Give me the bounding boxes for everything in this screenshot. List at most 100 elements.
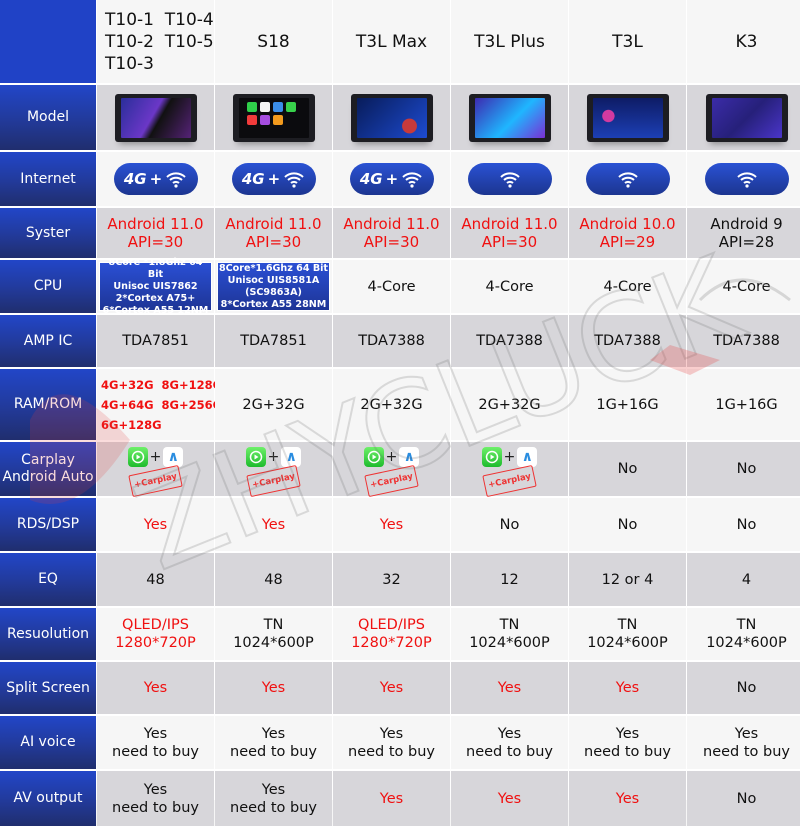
row-label-cpu: CPU — [0, 260, 96, 313]
android-version: Android 9 — [710, 215, 783, 233]
system-cell: Android 11.0 API=30 — [97, 208, 214, 258]
system-cell: Android 11.0 API=30 — [451, 208, 568, 258]
head-unit-t3l-max-image — [350, 93, 433, 142]
resolution-value: 1024*600P — [706, 635, 787, 651]
plus-sign: + — [503, 448, 516, 465]
row-label-amp-ic: AMP IC — [0, 315, 96, 367]
system-cell: Android 9 API=28 — [687, 208, 800, 258]
ram-cell: 4G+32G 8G+128G 4G+64G 8G+256G 6G+128G — [97, 369, 222, 440]
split-cell: Yes — [215, 662, 332, 714]
model-name: K3 — [735, 31, 758, 52]
rds-cell: No — [451, 498, 568, 551]
android-version: Android 11.0 — [225, 215, 322, 233]
4g-label: 4G — [359, 170, 383, 188]
eq-cell: 32 — [333, 553, 450, 606]
wifi-icon — [402, 172, 422, 188]
resolution-value: 1024*600P — [587, 635, 668, 651]
android-auto-icon: ∧ — [281, 446, 302, 467]
android-version: Android 11.0 — [107, 215, 204, 233]
head-unit-t3l-plus-image — [468, 93, 551, 142]
row-label-carplay: Carplay Android Auto — [0, 442, 96, 496]
ram-option-line: 4G+32G 8G+128G — [101, 377, 223, 392]
head-unit-t3l-image — [586, 93, 669, 142]
amp-cell: TDA7388 — [451, 315, 568, 367]
model-image-cell — [569, 85, 686, 150]
amp-cell: TDA7388 — [569, 315, 686, 367]
av-cell: Yes need to buy — [215, 771, 332, 826]
model-name-line: T10-2 T10-5 — [105, 31, 214, 52]
wifi-icon — [166, 172, 186, 188]
cpu-spec-line: 8Core*1.6Ghz 64 Bit — [218, 262, 329, 274]
carplay-cell: No — [687, 442, 800, 496]
model-image-cell — [451, 85, 568, 150]
4g-wifi-badge: 4G + — [231, 163, 316, 195]
split-cell: Yes — [569, 662, 686, 714]
model-header-t3l-plus: T3L Plus — [451, 0, 568, 83]
amp-cell: TDA7388 — [687, 315, 800, 367]
row-label-system: Syster — [0, 208, 96, 258]
carplay-cell: + ∧ +Carplay — [333, 442, 450, 497]
av-cell: Yes — [333, 771, 450, 826]
model-image-cell — [97, 85, 214, 150]
plus-sign: + — [267, 170, 281, 188]
4g-label: 4G — [123, 170, 147, 188]
value-line: Yes — [497, 725, 522, 742]
row-label-av-output: AV output — [0, 771, 96, 826]
api-level: API=30 — [481, 233, 538, 251]
model-name-line: T10-1 T10-4 — [105, 9, 214, 30]
value-note: need to buy — [584, 743, 671, 760]
model-name: S18 — [257, 31, 290, 52]
4g-label: 4G — [241, 170, 265, 188]
internet-cell — [569, 152, 686, 206]
eq-cell: 48 — [97, 553, 214, 606]
cpu-cell: 8Core*1.6Ghz 64 Bit Unisoc UIS8581A (SC9… — [215, 260, 332, 313]
carplay-stamp: +Carplay — [128, 464, 183, 497]
cpu-spec-box: 8Core*1.6Ghz 64 Bit Unisoc UIS8581A (SC9… — [217, 262, 330, 311]
ai-cell: Yes need to buy — [569, 716, 686, 769]
model-header-s18: S18 — [215, 0, 332, 83]
carplay-icon — [245, 446, 266, 467]
carplay-stamp: +Carplay — [364, 464, 419, 497]
value-line: Yes — [143, 725, 168, 742]
ai-cell: Yes need to buy — [687, 716, 800, 769]
split-cell: Yes — [97, 662, 214, 714]
cpu-spec-box: 8Core *1.8Ghz 64 Bit Unisoc UIS7862 2*Co… — [99, 257, 212, 316]
plus-sign: + — [149, 448, 162, 465]
panel-type: QLED/IPS — [122, 617, 189, 633]
system-cell: Android 11.0 API=30 — [333, 208, 450, 258]
api-level: API=30 — [363, 233, 420, 251]
resolution-cell: TN 1024*600P — [215, 608, 332, 660]
cpu-spec-line: 2*Cortex A75+ — [115, 292, 196, 304]
value-line: Yes — [143, 781, 168, 798]
wifi-icon — [617, 172, 638, 188]
carplay-icon — [363, 446, 384, 467]
value-note: need to buy — [230, 743, 317, 760]
cpu-cell: 4-Core — [333, 260, 450, 313]
android-auto-icon: ∧ — [517, 446, 538, 467]
rds-cell: Yes — [333, 498, 450, 551]
value-note: need to buy — [466, 743, 553, 760]
amp-cell: TDA7851 — [215, 315, 332, 367]
carplay-cell: + ∧ +Carplay — [451, 442, 568, 497]
cpu-cell: 4-Core — [687, 260, 800, 313]
eq-cell: 4 — [687, 553, 800, 606]
android-version: Android 11.0 — [343, 215, 440, 233]
split-cell: No — [687, 662, 800, 714]
row-label-model: Model — [0, 85, 96, 150]
rds-cell: No — [687, 498, 800, 551]
ai-cell: Yes need to buy — [97, 716, 214, 769]
4g-wifi-badge: 4G + — [113, 163, 198, 195]
model-header-k3: K3 — [687, 0, 800, 83]
carplay-stamp: +Carplay — [246, 464, 301, 497]
cpu-spec-line: Unisoc UIS8581A — [227, 274, 320, 286]
ai-cell: Yes need to buy — [333, 716, 450, 769]
value-note: need to buy — [230, 799, 317, 816]
internet-cell — [687, 152, 800, 206]
resolution-cell: QLED/IPS 1280*720P — [97, 608, 214, 660]
corner-cell — [0, 0, 96, 83]
plus-sign: + — [149, 170, 163, 188]
panel-type: TN — [263, 617, 284, 633]
model-header-t3l-max: T3L Max — [333, 0, 450, 83]
row-label-rds-dsp: RDS/DSP — [0, 498, 96, 551]
comparison-table: T10-1 T10-4 T10-2 T10-5 T10-3 S18 T3L Ma… — [0, 0, 800, 826]
